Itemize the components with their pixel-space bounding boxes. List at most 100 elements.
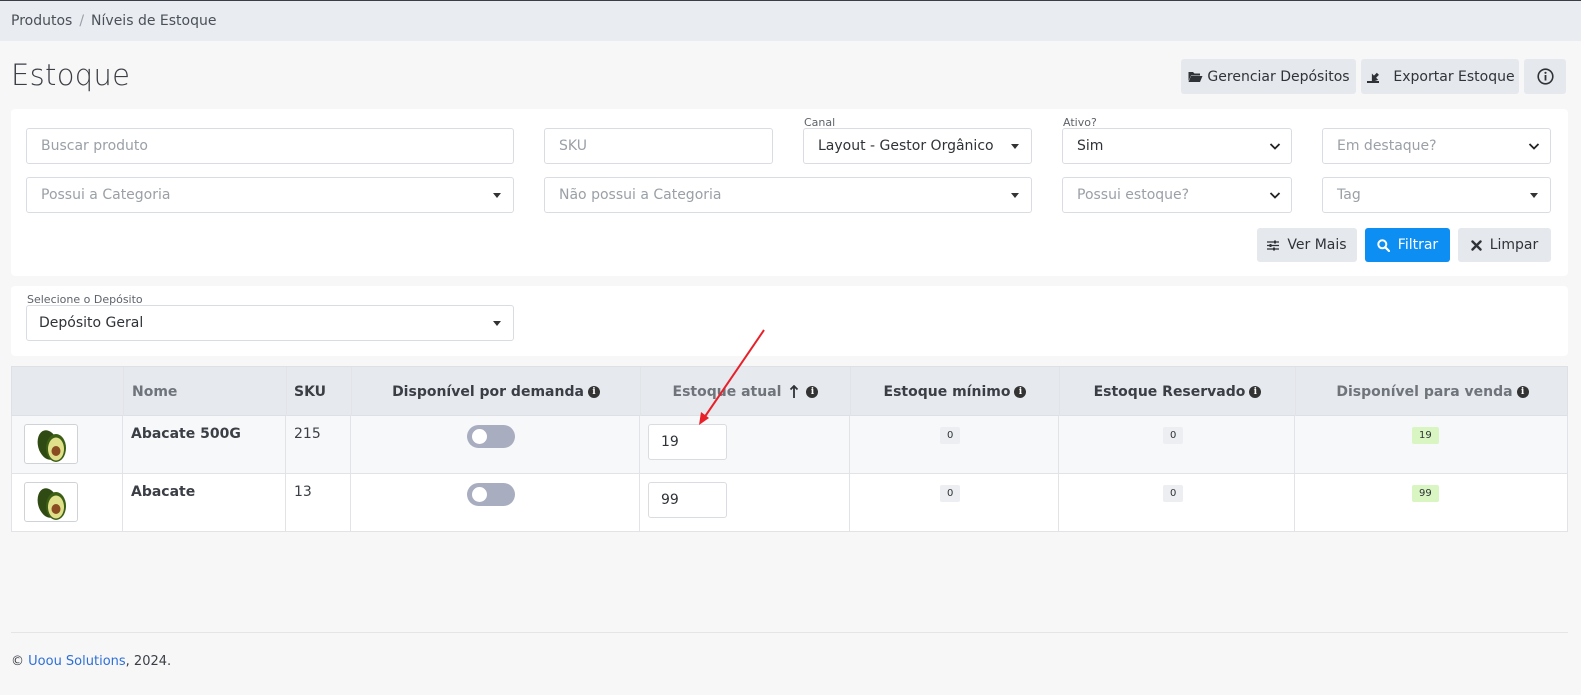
column-divider [1058,474,1059,531]
column-divider [639,416,640,473]
has-stock-placeholder: Possui estoque? [1077,187,1190,203]
has-category-placeholder: Possui a Categoria [41,187,171,203]
channel-value: Layout - Gestor Orgânico [818,138,994,154]
clear-label: Limpar [1489,237,1539,253]
info-icon: i [1014,386,1027,398]
featured-placeholder: Em destaque? [1337,138,1437,154]
table-header: Nome SKU Disponível por demanda i Estoqu… [11,366,1569,417]
product-name[interactable]: Abacate [131,484,195,500]
caret-down-icon [493,193,501,198]
sku-input[interactable]: SKU [544,128,773,164]
manage-warehouses-button[interactable]: Gerenciar Depósitos [1181,59,1356,94]
table-row: Abacate 500G 215 19 0 0 19 [11,416,1568,474]
breadcrumb-item-niveis: Níveis de Estoque [91,13,217,29]
column-current-stock-label: Estoque atual [672,384,782,400]
product-thumbnail[interactable] [24,482,78,522]
table-row: Abacate 13 99 0 0 99 [11,474,1568,532]
export-icon [1367,72,1380,83]
breadcrumb: Produtos / Níveis de Estoque [0,0,1581,41]
info-button[interactable] [1524,59,1566,94]
current-stock-value: 99 [661,492,679,508]
copyright-symbol: © [11,654,24,669]
filter-label: Filtrar [1397,237,1439,253]
column-header-on-demand[interactable]: Disponível por demanda i [352,367,640,417]
info-icon: i [587,386,600,398]
company-link[interactable]: Uoou Solutions [28,654,126,669]
see-more-label: Ver Mais [1287,237,1347,253]
not-category-placeholder: Não possui a Categoria [559,187,722,203]
clear-button[interactable]: Limpar [1458,228,1551,262]
has-stock-select[interactable]: Possui estoque? [1062,177,1292,213]
column-divider [849,416,850,473]
column-divider [285,416,286,473]
on-demand-toggle[interactable] [467,483,515,506]
channel-select[interactable]: Layout - Gestor Orgânico [803,128,1032,164]
caret-down-icon [1011,144,1019,149]
manage-warehouses-label: Gerenciar Depósitos [1207,68,1350,85]
filter-button[interactable]: Filtrar [1365,228,1450,262]
column-header-min-stock[interactable]: Estoque mínimo i [851,367,1059,417]
column-divider [123,367,124,417]
chevron-down-icon [1269,143,1281,150]
column-divider [286,367,287,417]
product-sku: 13 [294,484,312,500]
active-value: Sim [1077,138,1104,154]
on-demand-toggle[interactable] [467,425,515,448]
product-thumbnail[interactable] [24,424,78,464]
close-icon [1471,239,1482,251]
avocado-image [37,430,66,462]
breadcrumb-item-produtos[interactable]: Produtos [11,13,72,29]
featured-select[interactable]: Em destaque? [1322,128,1551,164]
current-stock-input[interactable]: 99 [648,482,727,518]
column-header-sku[interactable]: SKU [294,367,326,417]
current-stock-value: 19 [661,434,679,450]
available-stock-badge: 19 [1412,427,1439,444]
column-sku-label: SKU [294,384,327,400]
column-divider [1058,416,1059,473]
has-category-select[interactable]: Possui a Categoria [26,177,514,213]
caret-down-icon [493,321,501,326]
sku-placeholder: SKU [559,138,587,154]
search-product-input[interactable]: Buscar produto [26,128,514,164]
column-on-demand-label: Disponível por demanda [392,384,584,400]
not-category-select[interactable]: Não possui a Categoria [544,177,1032,213]
folder-open-icon [1188,72,1203,82]
column-available-label: Disponível para venda [1336,384,1513,400]
available-stock-badge: 99 [1412,485,1439,502]
caret-down-icon [1530,193,1538,198]
tag-select[interactable]: Tag [1322,177,1551,213]
active-select[interactable]: Sim [1062,128,1292,164]
footer: © Uoou Solutions, 2024. [11,654,171,669]
info-circle-icon [1536,68,1554,85]
column-divider [122,474,123,531]
warehouse-select[interactable]: Depósito Geral [26,305,514,341]
column-header-name[interactable]: Nome [132,367,177,417]
reserved-stock-badge: 0 [1163,427,1184,444]
export-stock-label: Exportar Estoque [1393,68,1515,85]
info-icon: i [806,386,819,398]
reserved-stock-badge: 0 [1163,485,1184,502]
footer-year: , 2024. [125,654,172,669]
breadcrumb-separator: / [79,13,85,29]
column-header-available[interactable]: Disponível para venda i [1296,367,1569,417]
column-divider [350,416,351,473]
column-divider [639,474,640,531]
page-title: Estoque [11,58,131,92]
column-header-reserved[interactable]: Estoque Reservado i [1060,367,1295,417]
sliders-icon [1267,240,1280,250]
column-header-current-stock[interactable]: Estoque atual i [641,367,850,417]
tag-placeholder: Tag [1337,187,1361,203]
chevron-down-icon [1269,192,1281,199]
column-divider [1294,474,1295,531]
product-sku: 215 [294,426,321,442]
column-min-stock-label: Estoque mínimo [883,384,1011,400]
search-icon [1377,238,1390,252]
current-stock-input[interactable]: 19 [648,424,727,460]
chevron-down-icon [1528,143,1540,150]
min-stock-badge: 0 [940,427,961,444]
export-stock-button[interactable]: Exportar Estoque [1361,59,1519,94]
sort-up-arrow-icon [790,385,799,398]
product-name[interactable]: Abacate 500G [131,426,241,442]
column-divider [849,474,850,531]
see-more-button[interactable]: Ver Mais [1257,228,1357,262]
